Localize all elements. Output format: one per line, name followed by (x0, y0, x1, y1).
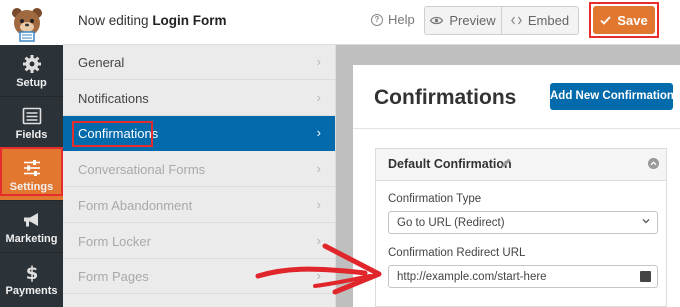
fields-icon (22, 107, 42, 125)
confirmation-title: Default Confirmation (388, 157, 512, 171)
preview-button[interactable]: Preview (425, 7, 501, 34)
smart-tags-icon[interactable] (640, 271, 651, 282)
panel-item-conversational-forms[interactable]: Conversational Forms › (63, 152, 335, 187)
form-name: Login Form (152, 13, 227, 28)
sidebar-item-marketing[interactable]: Marketing (0, 201, 63, 253)
collapse-icon[interactable] (648, 158, 659, 169)
sidebar-label-marketing: Marketing (5, 233, 58, 245)
confirmation-type-label: Confirmation Type (388, 193, 482, 205)
megaphone-icon (24, 213, 38, 227)
redirect-url-input[interactable]: http://example.com/start-here (388, 265, 658, 288)
help-icon: ? (371, 13, 383, 26)
help-link[interactable]: ? Help (371, 12, 415, 27)
panel-item-label: Notifications (78, 91, 149, 106)
panel-item-label: Form Abandonment (78, 198, 193, 213)
annotation-arrow (255, 243, 382, 295)
chevron-right-icon: › (316, 125, 321, 140)
form-builder-window: Now editing Login Form ? Help Preview Em… (0, 0, 680, 307)
content-divider (353, 128, 680, 129)
panel-item-notifications[interactable]: Notifications › (63, 81, 335, 116)
panel-item-label: Conversational Forms (78, 162, 206, 177)
dollar-icon: $ (26, 263, 39, 282)
chevron-right-icon: › (316, 90, 321, 105)
preview-label: Preview (449, 13, 496, 28)
help-label: Help (388, 12, 415, 27)
wpforms-bear-logo (12, 8, 42, 42)
sidebar-label-fields: Fields (15, 129, 48, 141)
panel-item-label: Form Locker (78, 234, 151, 249)
check-icon (600, 15, 611, 25)
pencil-icon[interactable] (500, 157, 512, 169)
save-label: Save (617, 12, 648, 28)
svg-text:$: $ (26, 263, 39, 282)
embed-button[interactable]: Embed (501, 7, 578, 34)
chevron-right-icon: › (316, 197, 321, 212)
logo-area (0, 0, 63, 45)
sidebar-item-fields[interactable]: Fields (0, 97, 63, 149)
embed-label: Embed (527, 13, 570, 28)
sidebar-item-setup[interactable]: Setup (0, 45, 63, 97)
chevron-right-icon: › (316, 161, 321, 176)
preview-embed-group: Preview Embed (424, 6, 579, 35)
save-button[interactable]: Save (593, 6, 655, 34)
sidebar-label-payments: Payments (5, 285, 58, 297)
settings-highlight-box (0, 147, 63, 196)
add-new-confirmation-button[interactable]: Add New Confirmation (550, 83, 674, 110)
confirmations-highlight-box (72, 121, 153, 147)
panel-item-general[interactable]: General › (63, 45, 335, 80)
panel-item-label: Form Pages (78, 269, 149, 284)
page-title: Confirmations (374, 86, 517, 109)
confirmation-type-value: Go to URL (Redirect) (397, 217, 505, 229)
redirect-url-label: Confirmation Redirect URL (388, 247, 526, 259)
gear-icon (23, 55, 41, 73)
sidebar-item-payments[interactable]: $ Payments (0, 253, 63, 305)
code-icon (510, 16, 522, 25)
editing-prefix: Now editing (78, 13, 149, 28)
eye-icon (430, 16, 444, 25)
sidebar-label-setup: Setup (16, 77, 47, 89)
confirmation-type-select[interactable]: Go to URL (Redirect) (388, 211, 658, 234)
redirect-url-value: http://example.com/start-here (397, 271, 547, 283)
panel-item-label: General (78, 55, 125, 70)
chevron-down-icon (642, 219, 650, 224)
panel-item-form-abandonment[interactable]: Form Abandonment › (63, 188, 335, 223)
editing-title: Now editing Login Form (78, 13, 227, 28)
chevron-right-icon: › (316, 54, 321, 69)
top-bar: Now editing Login Form ? Help Preview Em… (0, 0, 680, 45)
